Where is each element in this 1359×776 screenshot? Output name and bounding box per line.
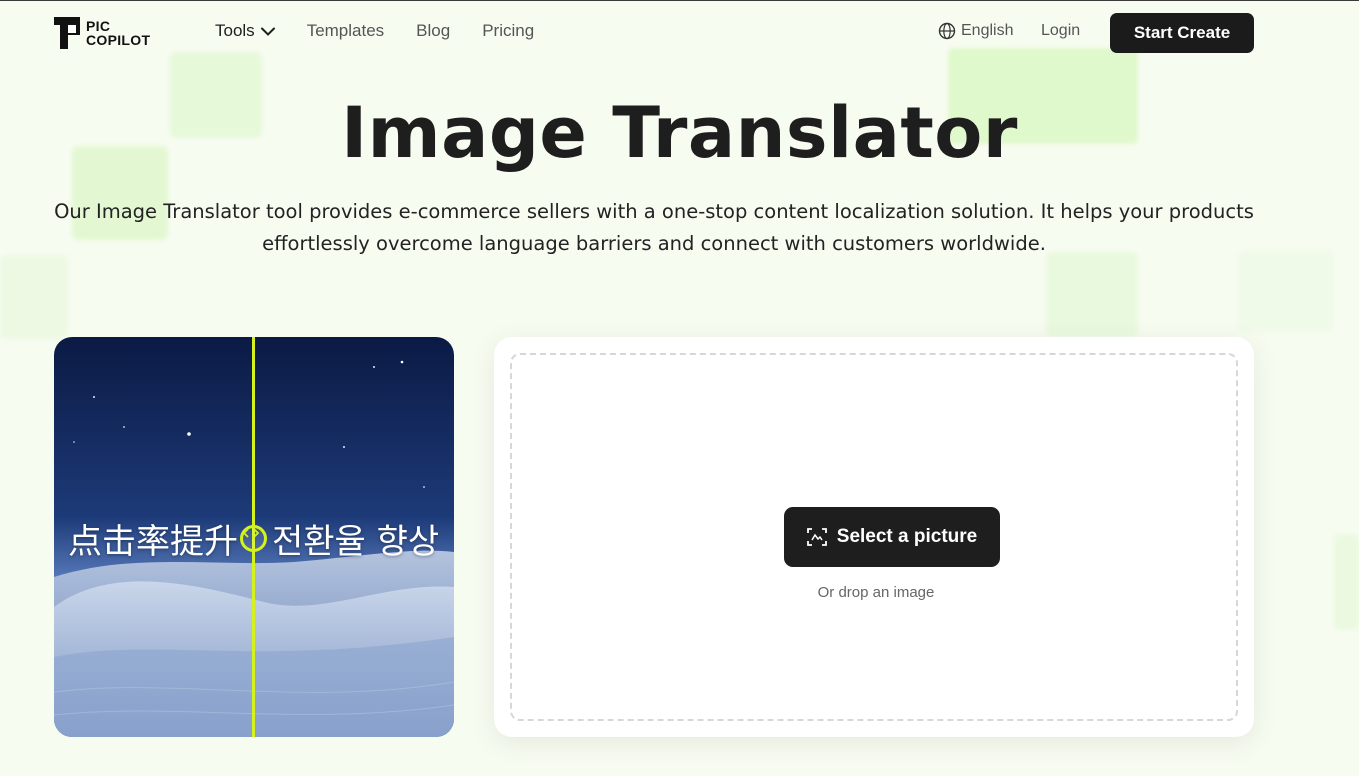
nav-item-label: Templates	[306, 21, 385, 40]
image-scan-icon	[806, 528, 827, 546]
nav-item-blog[interactable]: Blog	[416, 21, 450, 41]
globe-icon	[938, 22, 956, 40]
logo-text: PIC COPILOT	[86, 19, 150, 47]
login-link[interactable]: Login	[1041, 22, 1080, 40]
logo-mark-icon	[54, 17, 80, 49]
left-right-arrows-icon	[243, 528, 259, 538]
logo[interactable]: PIC COPILOT	[54, 16, 158, 50]
translated-caption: 전환율 향상	[272, 522, 440, 562]
page-subtitle: Our Image Translator tool provides e-com…	[54, 200, 1254, 255]
site-header: PIC COPILOT Tools Templates Blog Pricing…	[0, 0, 1359, 66]
nav-item-templates[interactable]: Templates	[307, 21, 384, 41]
before-after-preview[interactable]: 点击率提升 전환율 향상	[54, 337, 454, 737]
original-caption: 点击率提升	[68, 522, 238, 562]
page-title: Image Translator	[341, 92, 1018, 174]
background-decoration	[1238, 250, 1334, 332]
language-label: English	[961, 22, 1014, 39]
nav-item-label: Tools	[215, 21, 255, 40]
select-picture-label: Select a picture	[836, 526, 978, 547]
upload-card: Select a picture Or drop an image	[494, 337, 1254, 737]
image-dropzone[interactable]: Select a picture Or drop an image	[510, 353, 1238, 721]
logo-line-2: COPILOT	[86, 32, 151, 48]
nav-item-pricing[interactable]: Pricing	[482, 21, 534, 41]
start-create-button[interactable]: Start Create	[1110, 13, 1254, 53]
nav-item-label: Blog	[416, 21, 451, 40]
select-picture-button[interactable]: Select a picture	[784, 507, 1000, 567]
background-decoration	[0, 255, 68, 339]
language-selector[interactable]: English	[938, 22, 1013, 40]
nav-item-label: Pricing	[482, 21, 535, 40]
background-decoration	[1046, 252, 1138, 336]
main-nav: Tools Templates Blog Pricing	[215, 21, 566, 41]
logo-line-1: PIC	[86, 18, 111, 34]
chevron-down-icon	[260, 27, 275, 36]
background-decoration	[1334, 534, 1359, 630]
drop-hint: Or drop an image	[817, 584, 935, 601]
nav-item-tools[interactable]: Tools	[215, 21, 275, 41]
compare-handle[interactable]	[240, 525, 267, 552]
